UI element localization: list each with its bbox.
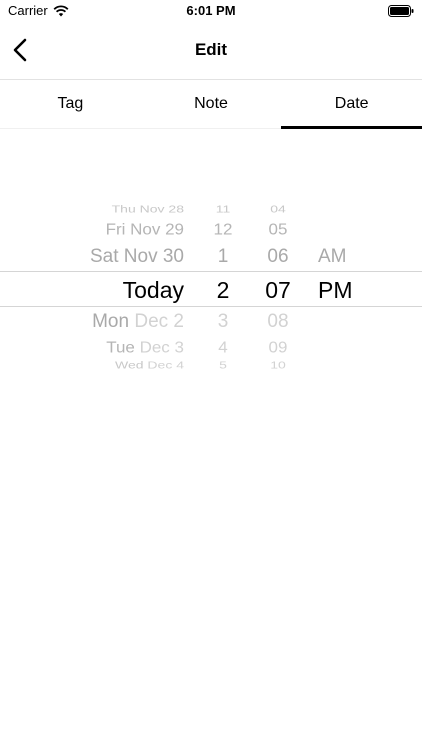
minute-option[interactable]: 04 [258, 203, 298, 215]
day-option[interactable]: Thu Nov 28 [112, 203, 184, 215]
tab-date[interactable]: Date [281, 80, 422, 129]
tab-tag[interactable]: Tag [0, 80, 141, 128]
navigation-bar: Edit [0, 22, 422, 80]
tab-note[interactable]: Note [141, 80, 282, 128]
hour-option[interactable]: 11 [205, 203, 241, 215]
day-option[interactable]: Sat Nov 30 [90, 246, 184, 268]
day-option-selected[interactable]: Today [123, 277, 184, 304]
date-time-picker[interactable]: Thu Nov 28 Fri Nov 29 Sat Nov 30 Today M… [0, 195, 422, 380]
day-option[interactable]: Wed Dec 4 [115, 359, 184, 371]
period-option[interactable]: AM [318, 246, 347, 268]
minute-option-selected[interactable]: 07 [258, 277, 298, 304]
hour-option[interactable]: 1 [205, 246, 241, 268]
tab-bar: Tag Note Date [0, 80, 422, 129]
hour-option[interactable]: 5 [205, 359, 241, 371]
hour-option[interactable]: 4 [205, 339, 241, 357]
status-bar: Carrier 6:01 PM [0, 0, 422, 22]
minute-option[interactable]: 06 [258, 246, 298, 268]
day-option[interactable]: Mon Dec 2 [92, 311, 184, 333]
day-option[interactable]: Fri Nov 29 [106, 221, 184, 239]
minute-option[interactable]: 10 [258, 359, 298, 371]
selection-top-divider [0, 271, 422, 272]
minute-option[interactable]: 09 [258, 339, 298, 357]
page-title: Edit [194, 40, 228, 59]
day-option[interactable]: Tue Dec 3 [106, 339, 184, 357]
hour-option[interactable]: 3 [205, 311, 241, 333]
hour-option-selected[interactable]: 2 [205, 277, 241, 304]
period-option-selected[interactable]: PM [318, 277, 353, 304]
status-time: 6:01 PM [186, 3, 236, 18]
minute-option[interactable]: 08 [258, 311, 298, 333]
hour-option[interactable]: 12 [205, 221, 241, 239]
battery-icon [388, 5, 414, 17]
selection-bottom-divider [0, 306, 422, 307]
minute-option[interactable]: 05 [258, 221, 298, 239]
